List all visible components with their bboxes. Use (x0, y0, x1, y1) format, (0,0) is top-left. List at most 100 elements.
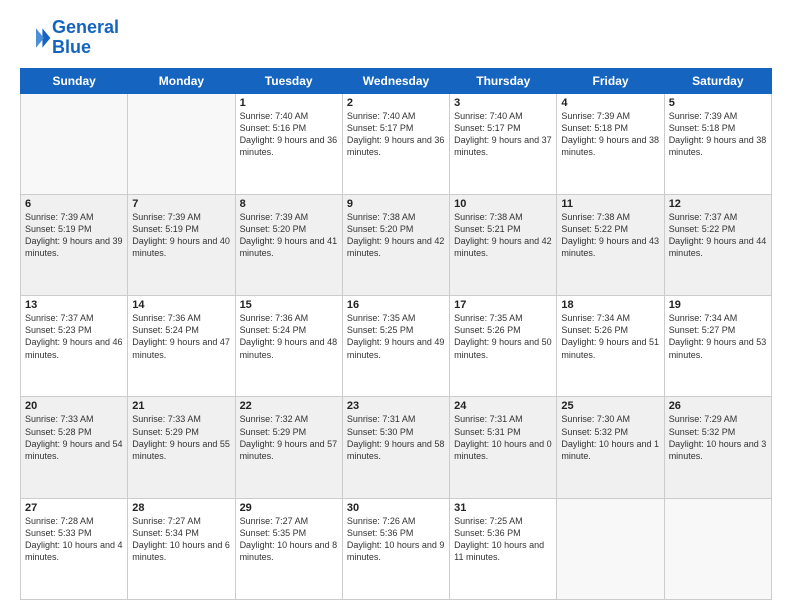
calendar-cell: 26Sunrise: 7:29 AM Sunset: 5:32 PM Dayli… (664, 397, 771, 498)
day-number: 6 (25, 198, 123, 210)
calendar-cell: 18Sunrise: 7:34 AM Sunset: 5:26 PM Dayli… (557, 296, 664, 397)
day-number: 13 (25, 299, 123, 311)
calendar-cell: 9Sunrise: 7:38 AM Sunset: 5:20 PM Daylig… (342, 194, 449, 295)
calendar-cell: 31Sunrise: 7:25 AM Sunset: 5:36 PM Dayli… (450, 498, 557, 599)
day-number: 4 (561, 97, 659, 109)
day-info: Sunrise: 7:33 AM Sunset: 5:29 PM Dayligh… (132, 413, 230, 462)
day-info: Sunrise: 7:34 AM Sunset: 5:26 PM Dayligh… (561, 312, 659, 361)
day-number: 25 (561, 400, 659, 412)
weekday-header-tuesday: Tuesday (235, 68, 342, 93)
day-info: Sunrise: 7:37 AM Sunset: 5:23 PM Dayligh… (25, 312, 123, 361)
calendar-cell: 14Sunrise: 7:36 AM Sunset: 5:24 PM Dayli… (128, 296, 235, 397)
day-number: 10 (454, 198, 552, 210)
day-number: 7 (132, 198, 230, 210)
day-info: Sunrise: 7:28 AM Sunset: 5:33 PM Dayligh… (25, 515, 123, 564)
calendar-cell: 7Sunrise: 7:39 AM Sunset: 5:19 PM Daylig… (128, 194, 235, 295)
weekday-header-thursday: Thursday (450, 68, 557, 93)
day-number: 29 (240, 502, 338, 514)
logo-icon (20, 22, 52, 54)
calendar-cell: 20Sunrise: 7:33 AM Sunset: 5:28 PM Dayli… (21, 397, 128, 498)
weekday-header-friday: Friday (557, 68, 664, 93)
day-info: Sunrise: 7:27 AM Sunset: 5:35 PM Dayligh… (240, 515, 338, 564)
day-number: 27 (25, 502, 123, 514)
calendar-cell: 1Sunrise: 7:40 AM Sunset: 5:16 PM Daylig… (235, 93, 342, 194)
day-info: Sunrise: 7:30 AM Sunset: 5:32 PM Dayligh… (561, 413, 659, 462)
day-info: Sunrise: 7:40 AM Sunset: 5:16 PM Dayligh… (240, 110, 338, 159)
calendar-cell: 25Sunrise: 7:30 AM Sunset: 5:32 PM Dayli… (557, 397, 664, 498)
day-number: 21 (132, 400, 230, 412)
day-info: Sunrise: 7:27 AM Sunset: 5:34 PM Dayligh… (132, 515, 230, 564)
calendar-cell: 11Sunrise: 7:38 AM Sunset: 5:22 PM Dayli… (557, 194, 664, 295)
logo: GeneralBlue (20, 18, 119, 58)
day-info: Sunrise: 7:36 AM Sunset: 5:24 PM Dayligh… (240, 312, 338, 361)
calendar-cell: 15Sunrise: 7:36 AM Sunset: 5:24 PM Dayli… (235, 296, 342, 397)
day-number: 26 (669, 400, 767, 412)
day-number: 9 (347, 198, 445, 210)
day-info: Sunrise: 7:40 AM Sunset: 5:17 PM Dayligh… (347, 110, 445, 159)
calendar-cell: 5Sunrise: 7:39 AM Sunset: 5:18 PM Daylig… (664, 93, 771, 194)
day-number: 14 (132, 299, 230, 311)
day-info: Sunrise: 7:38 AM Sunset: 5:20 PM Dayligh… (347, 211, 445, 260)
day-number: 16 (347, 299, 445, 311)
day-number: 3 (454, 97, 552, 109)
calendar-cell: 13Sunrise: 7:37 AM Sunset: 5:23 PM Dayli… (21, 296, 128, 397)
day-number: 22 (240, 400, 338, 412)
calendar-cell: 21Sunrise: 7:33 AM Sunset: 5:29 PM Dayli… (128, 397, 235, 498)
day-number: 2 (347, 97, 445, 109)
day-number: 12 (669, 198, 767, 210)
calendar-cell (664, 498, 771, 599)
day-info: Sunrise: 7:31 AM Sunset: 5:31 PM Dayligh… (454, 413, 552, 462)
calendar-cell (21, 93, 128, 194)
day-info: Sunrise: 7:26 AM Sunset: 5:36 PM Dayligh… (347, 515, 445, 564)
calendar-cell: 16Sunrise: 7:35 AM Sunset: 5:25 PM Dayli… (342, 296, 449, 397)
day-info: Sunrise: 7:31 AM Sunset: 5:30 PM Dayligh… (347, 413, 445, 462)
calendar-cell: 6Sunrise: 7:39 AM Sunset: 5:19 PM Daylig… (21, 194, 128, 295)
calendar-cell: 4Sunrise: 7:39 AM Sunset: 5:18 PM Daylig… (557, 93, 664, 194)
calendar-cell: 2Sunrise: 7:40 AM Sunset: 5:17 PM Daylig… (342, 93, 449, 194)
calendar-week-5: 27Sunrise: 7:28 AM Sunset: 5:33 PM Dayli… (21, 498, 772, 599)
day-info: Sunrise: 7:37 AM Sunset: 5:22 PM Dayligh… (669, 211, 767, 260)
day-info: Sunrise: 7:29 AM Sunset: 5:32 PM Dayligh… (669, 413, 767, 462)
day-info: Sunrise: 7:34 AM Sunset: 5:27 PM Dayligh… (669, 312, 767, 361)
day-number: 8 (240, 198, 338, 210)
calendar-cell: 8Sunrise: 7:39 AM Sunset: 5:20 PM Daylig… (235, 194, 342, 295)
calendar-week-1: 1Sunrise: 7:40 AM Sunset: 5:16 PM Daylig… (21, 93, 772, 194)
day-info: Sunrise: 7:39 AM Sunset: 5:18 PM Dayligh… (669, 110, 767, 159)
calendar-table: SundayMondayTuesdayWednesdayThursdayFrid… (20, 68, 772, 600)
day-number: 31 (454, 502, 552, 514)
calendar-cell: 19Sunrise: 7:34 AM Sunset: 5:27 PM Dayli… (664, 296, 771, 397)
calendar-week-2: 6Sunrise: 7:39 AM Sunset: 5:19 PM Daylig… (21, 194, 772, 295)
day-info: Sunrise: 7:25 AM Sunset: 5:36 PM Dayligh… (454, 515, 552, 564)
calendar-week-4: 20Sunrise: 7:33 AM Sunset: 5:28 PM Dayli… (21, 397, 772, 498)
day-info: Sunrise: 7:39 AM Sunset: 5:19 PM Dayligh… (25, 211, 123, 260)
day-info: Sunrise: 7:32 AM Sunset: 5:29 PM Dayligh… (240, 413, 338, 462)
day-info: Sunrise: 7:33 AM Sunset: 5:28 PM Dayligh… (25, 413, 123, 462)
day-info: Sunrise: 7:35 AM Sunset: 5:26 PM Dayligh… (454, 312, 552, 361)
calendar-cell: 23Sunrise: 7:31 AM Sunset: 5:30 PM Dayli… (342, 397, 449, 498)
day-number: 11 (561, 198, 659, 210)
day-number: 5 (669, 97, 767, 109)
day-number: 18 (561, 299, 659, 311)
page: GeneralBlue SundayMondayTuesdayWednesday… (0, 0, 792, 612)
calendar-cell: 27Sunrise: 7:28 AM Sunset: 5:33 PM Dayli… (21, 498, 128, 599)
logo-text: GeneralBlue (52, 18, 119, 58)
calendar-cell (557, 498, 664, 599)
day-number: 17 (454, 299, 552, 311)
day-info: Sunrise: 7:39 AM Sunset: 5:18 PM Dayligh… (561, 110, 659, 159)
calendar-cell: 10Sunrise: 7:38 AM Sunset: 5:21 PM Dayli… (450, 194, 557, 295)
day-number: 23 (347, 400, 445, 412)
calendar-cell (128, 93, 235, 194)
day-info: Sunrise: 7:39 AM Sunset: 5:19 PM Dayligh… (132, 211, 230, 260)
calendar-cell: 24Sunrise: 7:31 AM Sunset: 5:31 PM Dayli… (450, 397, 557, 498)
calendar-cell: 22Sunrise: 7:32 AM Sunset: 5:29 PM Dayli… (235, 397, 342, 498)
weekday-header-row: SundayMondayTuesdayWednesdayThursdayFrid… (21, 68, 772, 93)
calendar-cell: 30Sunrise: 7:26 AM Sunset: 5:36 PM Dayli… (342, 498, 449, 599)
weekday-header-saturday: Saturday (664, 68, 771, 93)
day-info: Sunrise: 7:40 AM Sunset: 5:17 PM Dayligh… (454, 110, 552, 159)
header: GeneralBlue (20, 18, 772, 58)
calendar-cell: 3Sunrise: 7:40 AM Sunset: 5:17 PM Daylig… (450, 93, 557, 194)
day-info: Sunrise: 7:35 AM Sunset: 5:25 PM Dayligh… (347, 312, 445, 361)
day-number: 1 (240, 97, 338, 109)
day-number: 28 (132, 502, 230, 514)
calendar-week-3: 13Sunrise: 7:37 AM Sunset: 5:23 PM Dayli… (21, 296, 772, 397)
